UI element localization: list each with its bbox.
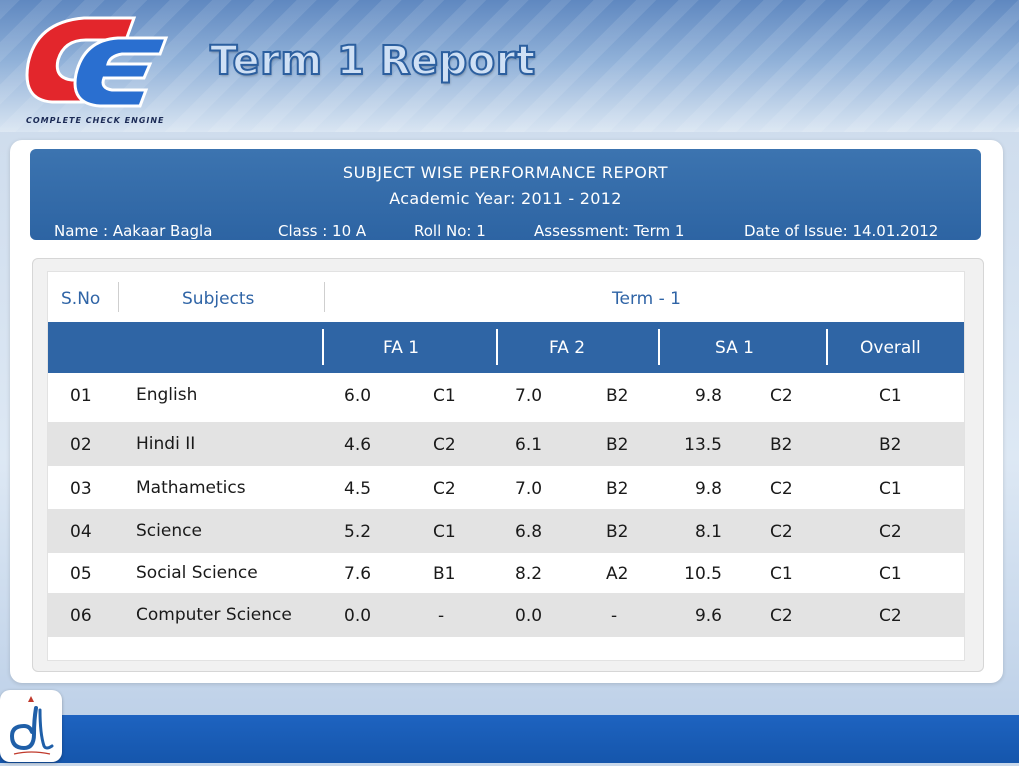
cell-fa2-score: 7.0 <box>515 386 543 406</box>
column-header-term: Term - 1 <box>612 289 681 309</box>
footer-bar <box>0 715 1019 763</box>
column-header-fa2: FA 2 <box>549 338 586 358</box>
cce-logo-icon <box>25 16 169 108</box>
subheader-divider <box>826 329 828 365</box>
cell-fa2-grade: B2 <box>606 386 629 406</box>
report-card: SUBJECT WISE PERFORMANCE REPORT Academic… <box>10 140 1003 683</box>
page-title: Term 1 Report <box>209 37 536 85</box>
cell-sa1-score: 10.5 <box>684 564 722 584</box>
header-divider <box>324 282 325 312</box>
cell-fa1-score: 6.0 <box>344 386 372 406</box>
learning-logo-icon <box>9 696 54 755</box>
column-header-fa1: FA 1 <box>383 338 420 358</box>
cell-fa2-score: 6.1 <box>515 435 543 455</box>
footer-logo <box>0 690 62 762</box>
header-divider <box>118 282 119 312</box>
cell-sno: 03 <box>70 479 92 499</box>
cell-fa2-grade: - <box>611 606 618 626</box>
logo-caption: COMPLETE CHECK ENGINE <box>26 116 165 125</box>
cell-fa1-grade: B1 <box>433 564 456 584</box>
cell-fa1-grade: C2 <box>433 479 456 499</box>
cell-sa1-score: 8.1 <box>694 522 722 542</box>
cell-subject: Computer Science <box>136 605 292 625</box>
cell-subject: Science <box>136 521 202 541</box>
cell-overall: C2 <box>879 522 902 542</box>
cell-sa1-grade: C2 <box>770 386 793 406</box>
cell-fa1-score: 4.6 <box>344 435 372 455</box>
cell-subject: Hindi II <box>136 434 196 454</box>
cell-overall: B2 <box>879 435 902 455</box>
column-header-overall: Overall <box>860 338 921 358</box>
cell-fa1-score: 0.0 <box>344 606 372 626</box>
cell-fa2-grade: A2 <box>606 564 629 584</box>
cell-sno: 02 <box>70 435 92 455</box>
cell-fa1-score: 7.6 <box>344 564 372 584</box>
cell-subject: Mathametics <box>136 478 246 498</box>
student-name: Name : Aakaar Bagla <box>54 222 213 240</box>
cell-fa1-score: 5.2 <box>344 522 372 542</box>
student-class: Class : 10 A <box>278 222 367 240</box>
cell-fa1-grade: - <box>438 606 445 626</box>
cell-sa1-score: 9.8 <box>694 479 722 499</box>
cell-fa1-grade: C2 <box>433 435 456 455</box>
cell-subject: Social Science <box>136 563 258 583</box>
table-row: 01 English 6.0 C1 7.0 B2 9.8 C2 C1 <box>48 373 964 417</box>
cell-fa2-score: 7.0 <box>515 479 543 499</box>
cell-sa1-grade: B2 <box>770 435 793 455</box>
cell-fa1-grade: C1 <box>433 386 456 406</box>
cell-sno: 05 <box>70 564 92 584</box>
cell-sa1-grade: C2 <box>770 522 793 542</box>
cell-fa2-grade: B2 <box>606 435 629 455</box>
table-row: 04 Science 5.2 C1 6.8 B2 8.1 C2 C2 <box>48 509 964 553</box>
cell-fa2-score: 6.8 <box>515 522 543 542</box>
academic-year: Academic Year: 2011 - 2012 <box>389 189 622 208</box>
cell-fa2-score: 0.0 <box>515 606 543 626</box>
table-row: 06 Computer Science 0.0 - 0.0 - 9.6 C2 C… <box>48 593 964 637</box>
table-row: 05 Social Science 7.6 B1 8.2 A2 10.5 C1 … <box>48 551 964 595</box>
cell-sa1-grade: C1 <box>770 564 793 584</box>
column-header-sno: S.No <box>61 289 101 309</box>
table-row: 02 Hindi II 4.6 C2 6.1 B2 13.5 B2 B2 <box>48 422 964 466</box>
cell-fa2-score: 8.2 <box>515 564 543 584</box>
table-header-row: S.No Subjects Term - 1 <box>48 272 964 324</box>
results-table-panel: S.No Subjects Term - 1 FA 1 FA 2 SA 1 Ov… <box>32 258 984 672</box>
table-subheader-row: FA 1 FA 2 SA 1 Overall <box>48 322 964 373</box>
table-row: 03 Mathametics 4.5 C2 7.0 B2 9.8 C2 C1 <box>48 466 964 510</box>
cell-sno: 01 <box>70 386 92 406</box>
cell-fa1-grade: C1 <box>433 522 456 542</box>
cell-sa1-score: 9.8 <box>694 386 722 406</box>
cell-overall: C1 <box>879 386 902 406</box>
cell-sa1-grade: C2 <box>770 479 793 499</box>
cell-sno: 04 <box>70 522 92 542</box>
cell-subject: English <box>136 385 198 405</box>
cell-sno: 06 <box>70 606 92 626</box>
date-of-issue: Date of Issue: 14.01.2012 <box>744 222 939 240</box>
subheader-divider <box>496 329 498 365</box>
header-banner: COMPLETE CHECK ENGINE Term 1 Report <box>0 0 1019 132</box>
subheader-divider <box>322 329 324 365</box>
column-header-subjects: Subjects <box>182 289 255 309</box>
cell-fa1-score: 4.5 <box>344 479 372 499</box>
student-info-box: SUBJECT WISE PERFORMANCE REPORT Academic… <box>30 149 981 240</box>
cell-overall: C1 <box>879 564 902 584</box>
cell-sa1-score: 9.6 <box>694 606 722 626</box>
assessment: Assessment: Term 1 <box>534 222 685 240</box>
cell-overall: C1 <box>879 479 902 499</box>
subheader-divider <box>658 329 660 365</box>
cell-sa1-grade: C2 <box>770 606 793 626</box>
cell-fa2-grade: B2 <box>606 479 629 499</box>
column-header-sa1: SA 1 <box>715 338 754 358</box>
cell-overall: C2 <box>879 606 902 626</box>
report-title: SUBJECT WISE PERFORMANCE REPORT <box>342 163 669 182</box>
results-table: S.No Subjects Term - 1 FA 1 FA 2 SA 1 Ov… <box>47 271 965 661</box>
cell-fa2-grade: B2 <box>606 522 629 542</box>
roll-number: Roll No: 1 <box>414 222 486 240</box>
cell-sa1-score: 13.5 <box>684 435 722 455</box>
